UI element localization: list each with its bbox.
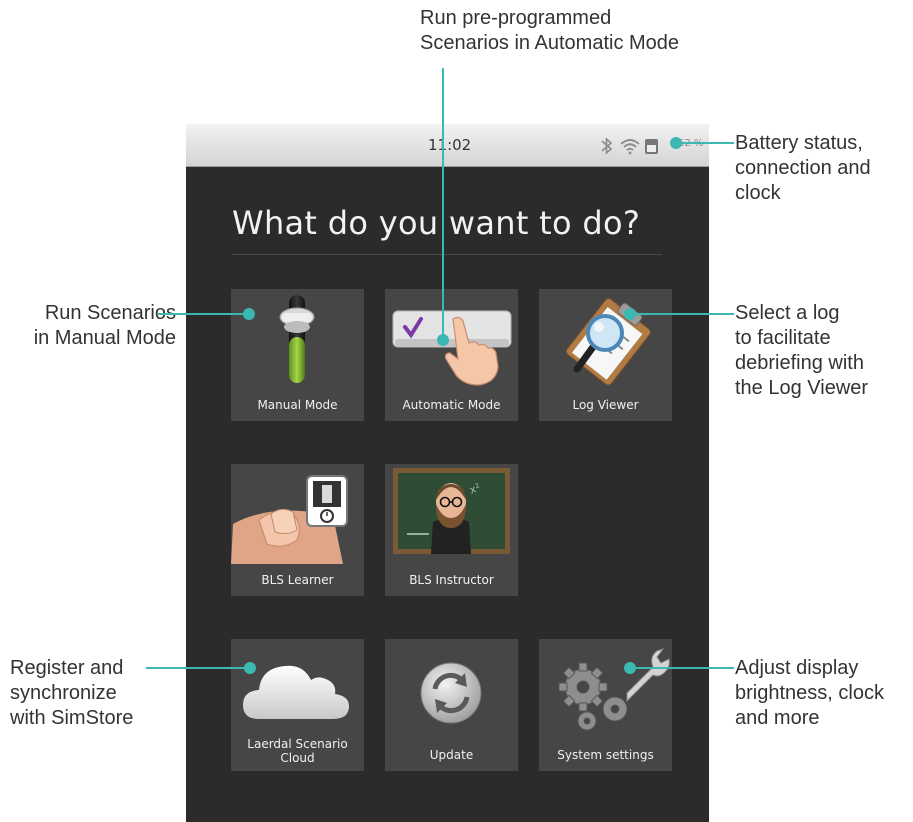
gears-wrench-icon xyxy=(558,648,670,731)
automatic-check-hand-icon xyxy=(392,310,512,386)
tile-label: BLS Learner xyxy=(261,573,334,587)
tile-label: Log Viewer xyxy=(572,398,639,412)
tile-log-viewer[interactable]: Log Viewer xyxy=(539,289,672,421)
clipboard-magnifier-icon xyxy=(565,298,651,386)
callout-battery-line-2: connection and xyxy=(735,157,871,179)
tile-bls-learner[interactable]: BLS Learner xyxy=(231,464,364,596)
tile-automatic-mode[interactable]: Automatic Mode xyxy=(385,289,518,421)
status-clock: 11:02 xyxy=(428,136,472,154)
callout-log-line-1: Select a log xyxy=(735,302,840,324)
page-heading: What do you want to do? xyxy=(232,204,641,242)
status-icons xyxy=(601,137,658,155)
battery-percent: 62 % xyxy=(678,138,704,149)
cpr-hands-timer-icon xyxy=(231,475,348,564)
callout-battery-line-1: Battery status, xyxy=(735,132,863,154)
tile-bls-instructor[interactable]: x² BLS Instructor xyxy=(385,464,518,596)
tile-manual-mode[interactable]: Manual Mode xyxy=(231,289,364,421)
tile-label: Laerdal Scenario Cloud xyxy=(247,737,348,765)
tile-update[interactable]: Update xyxy=(385,639,518,771)
instructor-chalkboard-icon: x² xyxy=(393,468,510,554)
battery-icon xyxy=(645,139,658,154)
tile-label: Automatic Mode xyxy=(402,398,501,412)
callout-cloud-line-3: with SimStore xyxy=(10,707,134,729)
callout-log-line-4: the Log Viewer xyxy=(735,377,869,399)
callout-automatic-line-2: Scenarios in Automatic Mode xyxy=(420,32,680,54)
tile-laerdal-scenario-cloud[interactable]: Laerdal Scenario Cloud xyxy=(231,639,364,771)
callout-log-line-3: debriefing with xyxy=(735,352,864,374)
tile-label: System settings xyxy=(557,748,654,762)
callout-battery-line-3: clock xyxy=(735,182,781,204)
status-bar: 11:02 62 % xyxy=(186,124,709,167)
callout-battery-status: Battery status, connection and clock xyxy=(735,131,871,206)
callout-automatic-line-1: Run pre-programmed xyxy=(420,7,612,29)
callout-log-viewer: Select a log to facilitate debriefing wi… xyxy=(735,301,868,401)
callout-automatic-mode: Run pre-programmed Scenarios in Automati… xyxy=(420,6,679,56)
callout-system-settings: Adjust display brightness, clock and mor… xyxy=(735,656,884,731)
callout-settings-line-3: and more xyxy=(735,707,820,729)
callout-settings-line-2: brightness, clock xyxy=(735,682,884,704)
callout-manual-line-2: in Manual Mode xyxy=(33,327,176,349)
callout-cloud-line-1: Register and xyxy=(10,657,124,679)
callout-scenario-cloud: Register and synchronize with SimStore xyxy=(10,656,133,731)
tile-label: Update xyxy=(429,748,474,762)
callout-manual-line-1: Run Scenarios xyxy=(44,302,176,324)
callout-log-line-2: to facilitate xyxy=(735,327,831,349)
bluetooth-icon xyxy=(601,137,613,155)
manual-switch-icon xyxy=(279,295,315,383)
callout-cloud-line-2: synchronize xyxy=(10,682,117,704)
device-screen: 11:02 62 % What do you want to do? Manua… xyxy=(186,124,709,822)
cloud-icon xyxy=(243,665,349,719)
tile-label: BLS Instructor xyxy=(409,573,494,587)
callout-manual-mode: Run Scenarios in Manual Mode xyxy=(0,301,176,351)
callout-settings-line-1: Adjust display xyxy=(735,657,859,679)
wifi-icon xyxy=(620,139,640,155)
heading-divider xyxy=(232,254,662,255)
tile-system-settings[interactable]: System settings xyxy=(539,639,672,771)
tile-label: Manual Mode xyxy=(257,398,338,412)
refresh-icon xyxy=(420,662,482,724)
